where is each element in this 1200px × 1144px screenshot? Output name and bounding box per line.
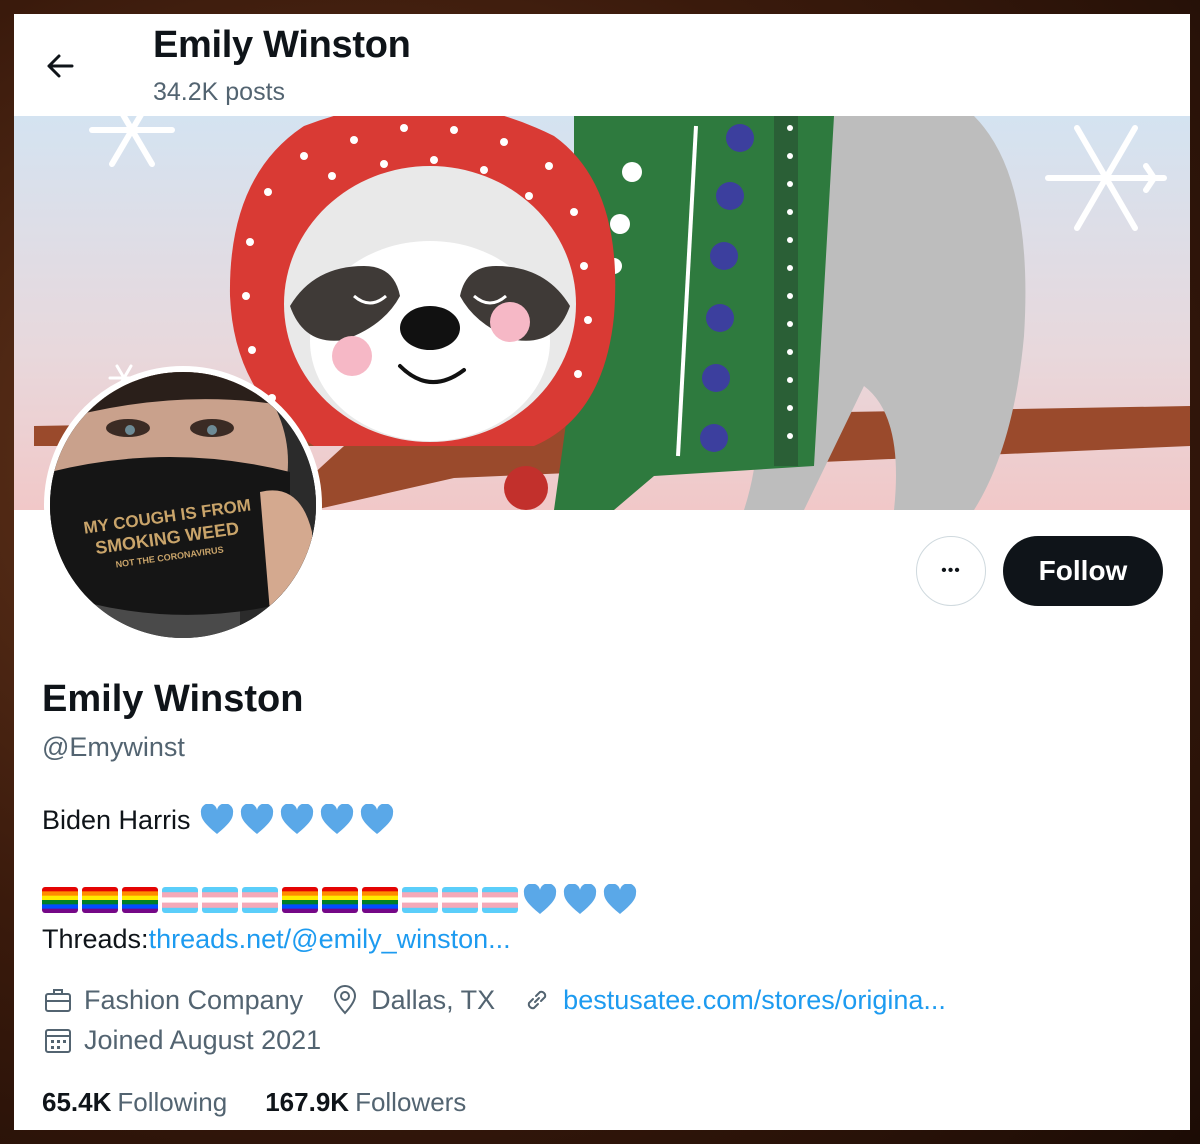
following-stat[interactable]: 65.4K Following bbox=[42, 1087, 227, 1118]
profile-header: Emily Winston 34.2K posts bbox=[14, 14, 1190, 116]
meta-website[interactable]: bestusatee.com/stores/origina... bbox=[521, 984, 946, 1016]
bio-line: Biden Harris bbox=[42, 804, 395, 836]
rainbow-flag-icon bbox=[322, 887, 358, 913]
transgender-flag-icon bbox=[162, 887, 198, 913]
location-pin-icon bbox=[334, 985, 357, 1015]
bio-flags bbox=[42, 884, 638, 916]
transgender-flag-icon bbox=[442, 887, 478, 913]
blue-heart-icon bbox=[523, 884, 557, 914]
transgender-flag-icon bbox=[242, 887, 278, 913]
blue-heart-icon bbox=[280, 804, 313, 834]
rainbow-flag-icon bbox=[282, 887, 318, 913]
following-count: 65.4K bbox=[42, 1087, 112, 1117]
bio-text: Biden Harris bbox=[42, 804, 191, 835]
blue-heart-icon bbox=[320, 804, 353, 834]
meta-location: Dallas, TX bbox=[329, 984, 495, 1016]
rainbow-flag-icon bbox=[42, 887, 78, 913]
rainbow-flag-icon bbox=[362, 887, 398, 913]
blue-heart-icon bbox=[200, 804, 233, 834]
blue-heart-icon bbox=[360, 804, 393, 834]
meta-category: Fashion Company bbox=[42, 984, 303, 1016]
follow-stats: 65.4K Following 167.9K Followers bbox=[42, 1087, 504, 1118]
arrow-left-icon bbox=[47, 54, 74, 78]
header-title: Emily Winston bbox=[153, 24, 411, 66]
followers-label: Followers bbox=[355, 1087, 467, 1117]
followers-stat[interactable]: 167.9K Followers bbox=[265, 1087, 466, 1118]
following-label: Following bbox=[117, 1087, 228, 1117]
blue-heart-icon bbox=[240, 804, 273, 834]
avatar-image: MY COUGH IS FROM SMOKING WEED NOT THE CO… bbox=[50, 372, 316, 638]
profile-meta: Fashion Company Dallas, TX bestusatee.co… bbox=[42, 984, 972, 1016]
display-name: Emily Winston bbox=[42, 678, 304, 720]
briefcase-icon bbox=[45, 989, 71, 1012]
threads-link[interactable]: threads.net/@emily_winston... bbox=[149, 924, 511, 954]
follow-button[interactable]: Follow bbox=[1003, 536, 1163, 606]
profile-meta-joined: Joined August 2021 bbox=[42, 1024, 347, 1056]
calendar-icon bbox=[45, 1029, 71, 1053]
location-text: Dallas, TX bbox=[371, 984, 496, 1015]
profile-frame: Emily Winston 34.2K posts MY COUGH IS FR… bbox=[14, 14, 1190, 1130]
more-options-button[interactable]: ••• bbox=[916, 536, 986, 606]
transgender-flag-icon bbox=[202, 887, 238, 913]
user-handle: @Emywinst bbox=[42, 732, 185, 762]
rainbow-flag-icon bbox=[122, 887, 158, 913]
website-link[interactable]: bestusatee.com/stores/origina... bbox=[563, 985, 946, 1016]
transgender-flag-icon bbox=[402, 887, 438, 913]
transgender-flag-icon bbox=[482, 887, 518, 913]
header-post-count: 34.2K posts bbox=[153, 78, 286, 106]
threads-label: Threads: bbox=[42, 924, 149, 954]
category-text: Fashion Company bbox=[84, 984, 304, 1015]
meta-joined: Joined August 2021 bbox=[42, 1024, 321, 1056]
followers-count: 167.9K bbox=[265, 1087, 350, 1117]
link-icon bbox=[528, 990, 547, 1010]
threads-line: Threads:threads.net/@emily_winston... bbox=[42, 924, 511, 955]
more-dots-icon: ••• bbox=[941, 562, 961, 579]
blue-heart-icon bbox=[563, 884, 597, 914]
bio-hearts bbox=[199, 804, 395, 836]
joined-text: Joined August 2021 bbox=[84, 1024, 322, 1055]
avatar[interactable]: MY COUGH IS FROM SMOKING WEED NOT THE CO… bbox=[44, 366, 322, 644]
blue-heart-icon bbox=[603, 884, 637, 914]
back-button[interactable] bbox=[40, 46, 80, 86]
rainbow-flag-icon bbox=[82, 887, 118, 913]
